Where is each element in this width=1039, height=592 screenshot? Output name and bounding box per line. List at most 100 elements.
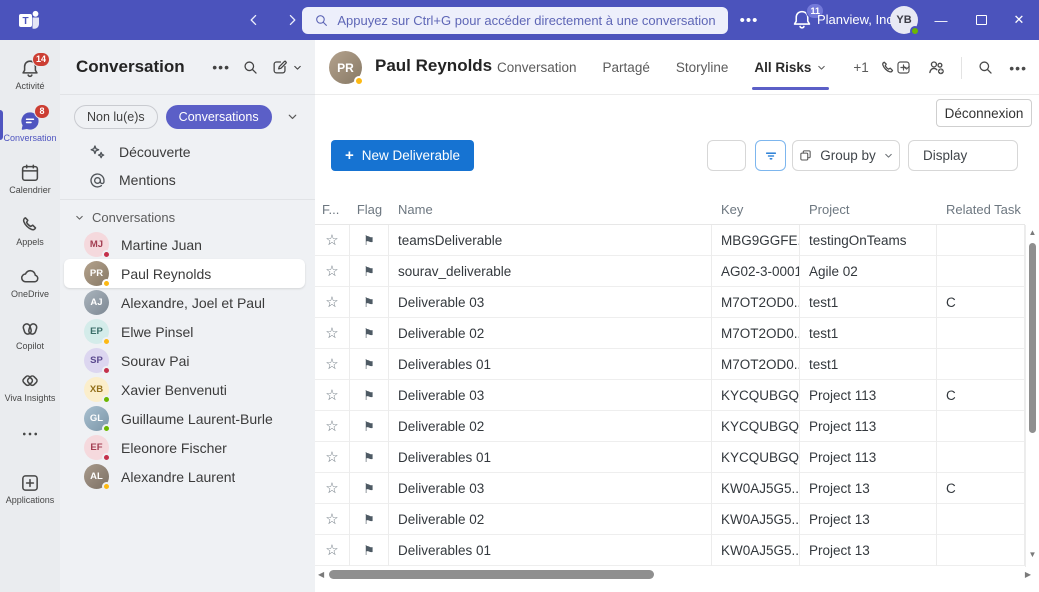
scroll-right-icon[interactable]: ▶ xyxy=(1025,570,1031,579)
rail-item-chat[interactable]: 8 Conversation xyxy=(0,100,60,152)
table-row[interactable]: ☆ ⚑ Deliverables 01 KW0AJ5G5... Project … xyxy=(315,535,1025,566)
conversation-item[interactable]: MJ Martine Juan xyxy=(64,230,305,259)
conversation-item[interactable]: AJ Alexandre, Joel et Paul xyxy=(64,288,305,317)
new-deliverable-button[interactable]: + New Deliverable xyxy=(331,140,474,171)
forward-icon[interactable] xyxy=(281,9,303,31)
scroll-left-icon[interactable]: ◀ xyxy=(318,570,324,579)
col-favorite[interactable]: F... xyxy=(315,202,350,217)
chat-avatar[interactable]: PR xyxy=(329,51,362,84)
rail-item-more[interactable] xyxy=(0,420,60,448)
favorite-star-icon[interactable]: ☆ xyxy=(325,419,338,434)
rail-item-apps[interactable]: Applications xyxy=(0,462,60,514)
rail-item-calls[interactable]: Appels xyxy=(0,204,60,256)
call-button[interactable] xyxy=(879,59,912,77)
tab-all-risks[interactable]: All Risks xyxy=(754,40,827,95)
flag-icon[interactable]: ⚑ xyxy=(363,358,375,371)
rail-item-viva-insights[interactable]: Viva Insights xyxy=(0,360,60,412)
org-name[interactable]: Planview, Inc. xyxy=(817,12,887,27)
favorite-star-icon[interactable]: ☆ xyxy=(325,326,338,341)
table-row[interactable]: ☆ ⚑ teamsDeliverable MBG9GGFE... testing… xyxy=(315,225,1025,256)
table-row[interactable]: ☆ ⚑ Deliverables 01 KYCQUBGQ... Project … xyxy=(315,442,1025,473)
chat-more-icon[interactable]: ••• xyxy=(1009,60,1027,76)
flag-icon[interactable]: ⚑ xyxy=(363,234,375,247)
tab-storyline[interactable]: Storyline xyxy=(676,40,729,95)
flag-icon[interactable]: ⚑ xyxy=(363,265,375,278)
conversation-item[interactable]: GL Guillaume Laurent-Burle xyxy=(64,404,305,433)
scroll-up-icon[interactable]: ▲ xyxy=(1026,229,1039,237)
group-by-button[interactable]: Group by xyxy=(792,140,900,171)
horizontal-scrollbar[interactable]: ◀ ▶ xyxy=(315,568,1025,581)
search-box[interactable]: Appuyez sur Ctrl+G pour accéder directem… xyxy=(302,7,728,34)
new-chat-icon[interactable] xyxy=(271,58,303,76)
chevron-down-icon[interactable] xyxy=(286,110,299,123)
user-avatar[interactable]: YB xyxy=(890,6,918,34)
rail-item-calendar[interactable]: Calendrier xyxy=(0,152,60,204)
table-row[interactable]: ☆ ⚑ sourav_deliverable AG02-3-0001 Agile… xyxy=(315,256,1025,287)
col-project[interactable]: Project xyxy=(800,202,937,217)
tab-conversation[interactable]: Conversation xyxy=(497,40,577,95)
panel-more-icon[interactable]: ••• xyxy=(212,59,230,75)
table-row[interactable]: ☆ ⚑ Deliverables 01 M7OT2OD0... test1 xyxy=(315,349,1025,380)
flag-icon[interactable]: ⚑ xyxy=(363,296,375,309)
filter-unread-pill[interactable]: Non lu(e)s xyxy=(74,105,158,129)
nav-item-découverte[interactable]: Découverte xyxy=(60,138,315,166)
vertical-scrollbar[interactable]: ▲ ▼ xyxy=(1025,225,1039,567)
col-related-task[interactable]: Related Task xyxy=(937,202,1025,217)
filter-button[interactable] xyxy=(755,140,786,171)
window-minimize-icon[interactable]: — xyxy=(928,8,954,32)
conversation-item[interactable]: AL Alexandre Laurent xyxy=(64,462,305,491)
nav-item-mentions[interactable]: Mentions xyxy=(60,166,315,194)
flag-icon[interactable]: ⚑ xyxy=(363,327,375,340)
table-row[interactable]: ☆ ⚑ Deliverable 02 KYCQUBGQ... Project 1… xyxy=(315,411,1025,442)
notifications-bell-icon[interactable]: 11 xyxy=(790,8,816,34)
table-row[interactable]: ☆ ⚑ Deliverable 02 KW0AJ5G5... Project 1… xyxy=(315,504,1025,535)
filter-chats-pill[interactable]: Conversations xyxy=(166,105,272,129)
conversation-item[interactable]: SP Sourav Pai xyxy=(64,346,305,375)
col-flag[interactable]: Flag xyxy=(350,202,389,217)
favorite-star-icon[interactable]: ☆ xyxy=(325,388,338,403)
rail-item-copilot[interactable]: Copilot xyxy=(0,308,60,360)
rail-item-activity[interactable]: 14 Activité xyxy=(0,48,60,100)
more-tabs-badge[interactable]: +1 xyxy=(853,60,868,75)
tab-partag-[interactable]: Partagé xyxy=(603,40,650,95)
table-row[interactable]: ☆ ⚑ Deliverable 03 KYCQUBGQ... Project 1… xyxy=(315,380,1025,411)
favorite-star-icon[interactable]: ☆ xyxy=(325,481,338,496)
conversation-item[interactable]: XB Xavier Benvenuti xyxy=(64,375,305,404)
titlebar-more-icon[interactable]: ••• xyxy=(737,8,761,32)
conversations-section-header[interactable]: Conversations xyxy=(60,204,315,230)
search-input[interactable] xyxy=(707,140,746,171)
flag-icon[interactable]: ⚑ xyxy=(363,544,375,557)
table-row[interactable]: ☆ ⚑ Deliverable 03 KW0AJ5G5... Project 1… xyxy=(315,473,1025,504)
favorite-star-icon[interactable]: ☆ xyxy=(325,543,338,558)
window-close-icon[interactable]: ✕ xyxy=(1006,8,1032,32)
horizontal-scroll-thumb[interactable] xyxy=(329,570,654,579)
favorite-star-icon[interactable]: ☆ xyxy=(325,357,338,372)
favorite-star-icon[interactable]: ☆ xyxy=(325,233,338,248)
scroll-down-icon[interactable]: ▼ xyxy=(1026,551,1039,559)
table-row[interactable]: ☆ ⚑ Deliverable 03 M7OT2OD0... test1 C xyxy=(315,287,1025,318)
flag-icon[interactable]: ⚑ xyxy=(363,482,375,495)
chat-search-icon[interactable] xyxy=(977,59,994,76)
conversation-item[interactable]: EP Elwe Pinsel xyxy=(64,317,305,346)
favorite-star-icon[interactable]: ☆ xyxy=(325,512,338,527)
add-people-button[interactable] xyxy=(927,58,946,77)
vertical-scroll-thumb[interactable] xyxy=(1029,243,1036,433)
conversation-item[interactable]: PR Paul Reynolds xyxy=(64,259,305,288)
flag-icon[interactable]: ⚑ xyxy=(363,451,375,464)
rail-item-onedrive[interactable]: OneDrive xyxy=(0,256,60,308)
back-icon[interactable] xyxy=(243,9,265,31)
window-maximize-icon[interactable] xyxy=(968,8,994,32)
conversation-item[interactable]: EF Eleonore Fischer xyxy=(64,433,305,462)
flag-icon[interactable]: ⚑ xyxy=(363,513,375,526)
table-row[interactable]: ☆ ⚑ Deliverable 02 M7OT2OD0... test1 xyxy=(315,318,1025,349)
col-name[interactable]: Name xyxy=(389,202,712,217)
display-button[interactable]: Display xyxy=(908,140,1018,171)
favorite-star-icon[interactable]: ☆ xyxy=(325,450,338,465)
flag-icon[interactable]: ⚑ xyxy=(363,420,375,433)
flag-icon[interactable]: ⚑ xyxy=(363,389,375,402)
favorite-star-icon[interactable]: ☆ xyxy=(325,295,338,310)
logout-button[interactable]: Déconnexion xyxy=(936,99,1032,127)
panel-search-icon[interactable] xyxy=(242,59,259,76)
col-key[interactable]: Key xyxy=(712,202,800,217)
favorite-star-icon[interactable]: ☆ xyxy=(325,264,338,279)
